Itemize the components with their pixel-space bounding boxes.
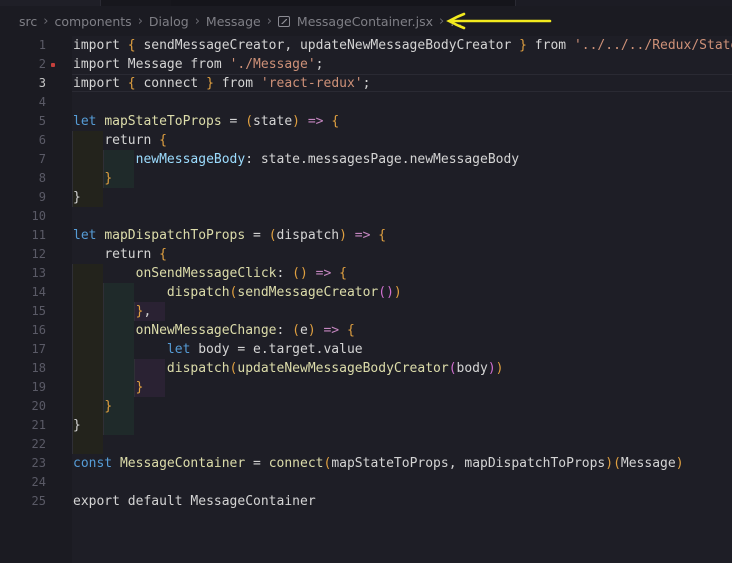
code-line[interactable]: 21} [0,416,732,435]
chevron-right-icon: › [439,13,445,29]
line-number: 3 [38,76,46,90]
breadcrumb: src › components › Dialog › Message › Me… [0,6,732,36]
line-number: 2 [38,57,46,71]
code-line[interactable]: 22 [0,435,732,454]
chevron-right-icon: › [266,13,272,29]
code-text[interactable]: import { connect } from 'react-redux'; [73,74,370,93]
code-line[interactable]: 1 import { sendMessageCreator, updateNewM… [0,36,732,55]
code-line[interactable]: 16 onNewMessageChange: (e) => { [0,321,732,340]
code-line[interactable]: 17 let body = e.target.value [0,340,732,359]
chevron-right-icon: › [137,13,143,29]
code-text[interactable]: } [73,378,144,397]
code-line[interactable]: 14 dispatch(sendMessageCreator()) [0,283,732,302]
code-text[interactable]: return { [73,131,167,150]
code-line[interactable]: 9} [0,188,732,207]
code-line[interactable]: 23 const MessageContainer = connect(mapSt… [0,454,732,473]
code-text[interactable]: }, [73,302,152,321]
code-text[interactable]: let mapDispatchToProps = (dispatch) => { [73,226,386,245]
code-text[interactable]: dispatch(updateNewMessageBodyCreator(bod… [73,359,504,378]
line-number: 9 [38,190,46,204]
line-number: 24 [31,475,46,489]
code-text[interactable]: dispatch(sendMessageCreator()) [73,283,402,302]
code-text[interactable]: onNewMessageChange: (e) => { [73,321,355,340]
code-lines[interactable]: 1 import { sendMessageCreator, updateNewM… [0,36,732,511]
code-text[interactable]: let body = e.target.value [73,340,363,359]
line-number: 22 [31,437,46,451]
line-number: 20 [31,399,46,413]
breadcrumb-item-file[interactable]: MessageContainer.jsx [297,14,433,29]
line-number: 17 [31,342,46,356]
line-number: 6 [38,133,46,147]
line-number: 21 [31,418,46,432]
code-line[interactable]: 19 } [0,378,732,397]
code-line[interactable]: 10 [0,207,732,226]
line-number: 1 [38,38,46,52]
code-line[interactable]: 15 }, [0,302,732,321]
code-line[interactable]: 5 let mapStateToProps = (state) => { [0,112,732,131]
code-text[interactable]: newMessageBody: state.messagesPage.newMe… [73,150,520,169]
code-line[interactable]: 25 export default MessageContainer [0,492,732,511]
line-number: 8 [38,171,46,185]
code-text[interactable]: onSendMessageClick: () => { [73,264,347,283]
line-number: 7 [38,152,46,166]
code-line[interactable]: 11 let mapDispatchToProps = (dispatch) =>… [0,226,732,245]
code-line-current[interactable]: 3 import { connect } from 'react-redux'; [0,74,732,93]
image-file-icon [277,15,290,27]
code-line[interactable]: 13 onSendMessageClick: () => { [0,264,732,283]
line-number: 16 [31,323,46,337]
line-number: 15 [31,304,46,318]
line-number: 11 [31,228,46,242]
code-text[interactable]: } [73,169,112,188]
code-text[interactable]: } [73,188,81,207]
line-number: 25 [31,494,46,508]
line-number: 12 [31,247,46,261]
code-line[interactable]: 18 dispatch(updateNewMessageBodyCreator(… [0,359,732,378]
line-number: 13 [31,266,46,280]
breadcrumb-item-components[interactable]: components [54,14,131,29]
code-text[interactable]: const MessageContainer = connect(mapStat… [73,454,684,473]
breadcrumb-item-message[interactable]: Message [206,14,261,29]
line-number: 23 [31,456,46,470]
line-number: 10 [31,209,46,223]
code-text[interactable]: } [73,397,112,416]
code-text[interactable]: } [73,416,81,435]
breadcrumb-item-src[interactable]: src [19,14,37,29]
yellow-arrow-annotation-icon [446,12,552,30]
code-line[interactable]: 20 } [0,397,732,416]
chevron-right-icon: › [194,13,200,29]
code-text[interactable]: export default MessageContainer [73,492,316,511]
breadcrumb-item-dialog[interactable]: Dialog [149,14,189,29]
code-text[interactable]: import { sendMessageCreator, updateNewMe… [73,36,732,55]
code-line[interactable]: 7 newMessageBody: state.messagesPage.new… [0,150,732,169]
code-line[interactable]: 12 return { [0,245,732,264]
code-text[interactable]: let mapStateToProps = (state) => { [73,112,339,131]
chevron-right-icon: › [43,13,49,29]
code-line[interactable]: 6 return { [0,131,732,150]
line-number: 18 [31,361,46,375]
code-line[interactable]: 2 import Message from './Message'; [0,55,732,74]
line-number: 14 [31,285,46,299]
breakpoint-icon[interactable] [51,63,55,67]
code-line[interactable]: 4 [0,93,732,112]
code-text[interactable]: return { [73,245,167,264]
code-line[interactable]: 24 [0,473,732,492]
line-number: 19 [31,380,46,394]
code-text[interactable]: import Message from './Message'; [73,55,323,74]
code-line[interactable]: 8 } [0,169,732,188]
line-number: 4 [38,95,46,109]
line-number: 5 [38,114,46,128]
